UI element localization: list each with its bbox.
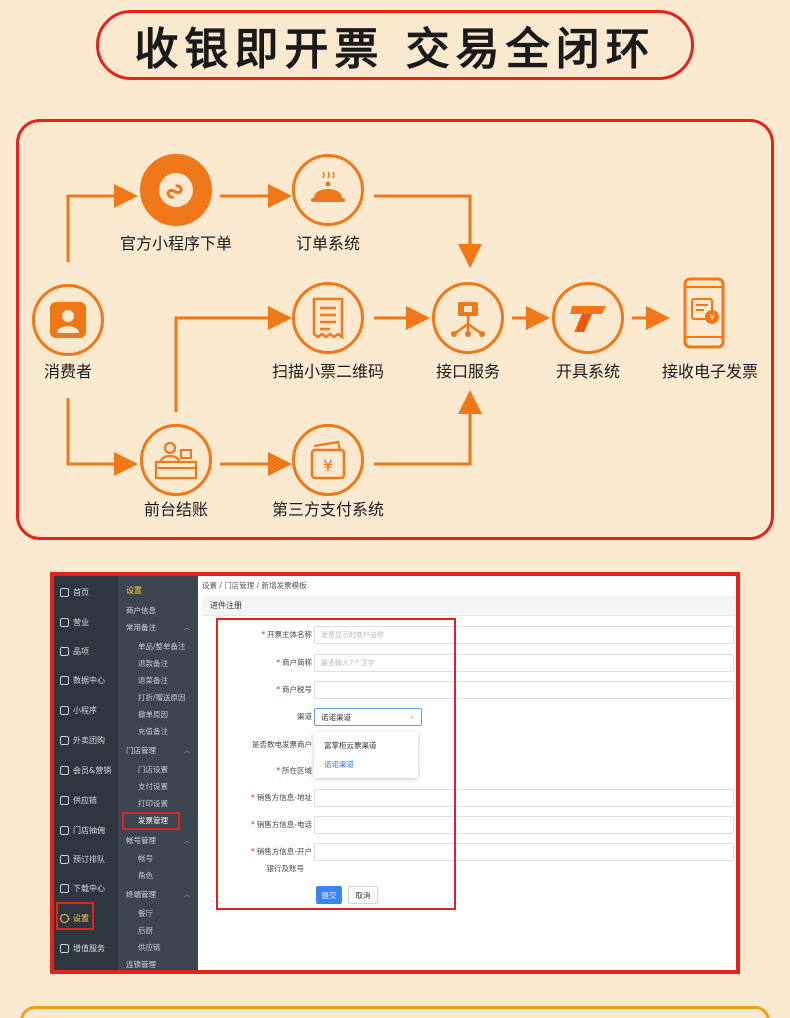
settings-highlight [56,902,94,930]
sub-item-print-settings[interactable]: 打印设置 [118,795,198,811]
sidebar-item-supply-chain[interactable]: 供应链 [54,788,118,812]
calendar-icon [60,617,69,627]
sidebar-item-data-center[interactable]: 数据中心 [54,668,118,692]
share-icon [60,675,69,685]
sidebar-item-membership[interactable]: 会员&营销 [54,758,118,782]
svg-text:¥: ¥ [709,313,714,322]
chevron-up-icon: ︿ [183,624,190,632]
clock-icon [60,854,69,864]
scan-qr-node [292,282,364,354]
scan-qr-label: 扫描小票二维码 [271,362,385,381]
mobile-icon [60,705,69,715]
bike-icon [60,735,69,745]
interface-label: 接口服务 [435,362,501,381]
front-desk-node [140,424,212,496]
truck-icon [60,795,69,805]
front-desk-label: 前台结账 [143,500,209,519]
sub-item-item-remark[interactable]: 单品/整单备注 [118,638,198,654]
store-icon [60,825,69,835]
sub-item-refund-remark[interactable]: 退款备注 [118,655,198,671]
sub-group-remarks[interactable]: 常用备注 ︿ [118,619,198,635]
invoice-t-icon [570,306,606,332]
bag-icon [60,646,69,656]
order-system-label: 订单系统 [295,234,361,253]
sidebar-item-value-added[interactable]: 增值服务 [54,936,118,960]
shield-icon [60,943,69,953]
network-hub-icon [451,302,485,337]
interface-node [432,282,504,354]
sidebar-item-delivery[interactable]: 外卖团购 [54,728,118,752]
sidebar-item-products[interactable]: 品项 [54,639,118,663]
sub-item-cancel-reason[interactable]: 撤单原因 [118,706,198,722]
third-pay-label: 第三方支付系统 [271,500,385,519]
sub-group-chain[interactable]: 连锁管理 [118,956,198,970]
sub-item-merchant-info[interactable]: 商户信息 [118,602,198,618]
mini-program-icon [159,173,193,207]
receipt-icon [312,297,344,340]
mini-program-node [140,154,212,226]
sub-item-supply[interactable]: 供应链 [118,939,198,955]
chevron-up-icon: ︿ [183,891,190,899]
sub-item-store-settings[interactable]: 门店设置 [118,761,198,777]
sub-item-payment-settings[interactable]: 支付设置 [118,778,198,794]
chevron-up-icon: ︿ [183,837,190,845]
phone-invoice-icon: ¥ [683,277,725,349]
sidebar-item-store-commission[interactable]: 门店抽佣 [54,818,118,842]
cashier-desk-icon [154,441,198,480]
form-highlight [216,618,456,910]
member-icon [60,765,69,775]
section-header: 进件注册 [202,596,736,616]
sub-sidebar-title: 设置 [126,585,142,595]
home-icon [60,587,69,597]
page-title: 收银即开票 交易全闭环 [134,24,656,75]
consumer-node [32,284,104,356]
sub-item-account[interactable]: 帐号 [118,850,198,866]
sub-item-return-remark[interactable]: 退菜备注 [118,672,198,688]
page-title-pill: 收银即开票 交易全闭环 [96,10,694,80]
sub-item-recharge-remark[interactable]: 充值备注 [118,723,198,739]
download-icon [60,883,69,893]
mini-program-label: 官方小程序下单 [119,234,233,253]
sub-item-kitchen[interactable]: 后厨 [118,922,198,938]
sub-item-restaurant[interactable]: 餐厅 [118,905,198,921]
wallet-yuan-icon: ¥ [310,440,346,480]
sidebar-item-business[interactable]: 营业 [54,610,118,634]
sub-group-account[interactable]: 帐号管理 ︿ [118,832,198,848]
sidebar-item-mini-program[interactable]: 小程序 [54,698,118,722]
invoice-system-label: 开具系统 [555,362,621,381]
receive-einvoice-label: 接收电子发票 [661,362,759,381]
flow-diagram-panel [16,119,774,540]
sub-item-role[interactable]: 角色 [118,867,198,883]
sidebar-item-download[interactable]: 下载中心 [54,876,118,900]
sub-item-discount-reason[interactable]: 打折/赠送原因 [118,689,198,705]
app-screenshot: 首页 营业 品项 数据中心 小程序 外卖团购 会员&营销 供应链 门店抽佣 预订… [50,572,740,974]
invoice-system-node [552,282,624,354]
sub-group-terminal[interactable]: 终端管理 ︿ [118,886,198,902]
sub-group-store[interactable]: 门店管理 ︿ [118,742,198,758]
consumer-label: 消费者 [43,362,93,381]
sidebar-item-home[interactable]: 首页 [54,580,118,604]
third-pay-node: ¥ [292,424,364,496]
person-icon [50,302,86,338]
next-section-pill [20,1006,770,1018]
invoice-management-highlight [122,812,180,830]
breadcrumb: 设置 / 门店管理 / 新增发票模板 [202,581,307,590]
order-system-node [292,154,364,226]
svg-text:¥: ¥ [323,456,333,475]
sidebar-item-reservation[interactable]: 预订排队 [54,847,118,871]
food-cloche-icon [311,171,345,202]
receive-einvoice-node: ¥ [674,272,734,354]
chevron-up-icon: ︿ [183,747,190,755]
